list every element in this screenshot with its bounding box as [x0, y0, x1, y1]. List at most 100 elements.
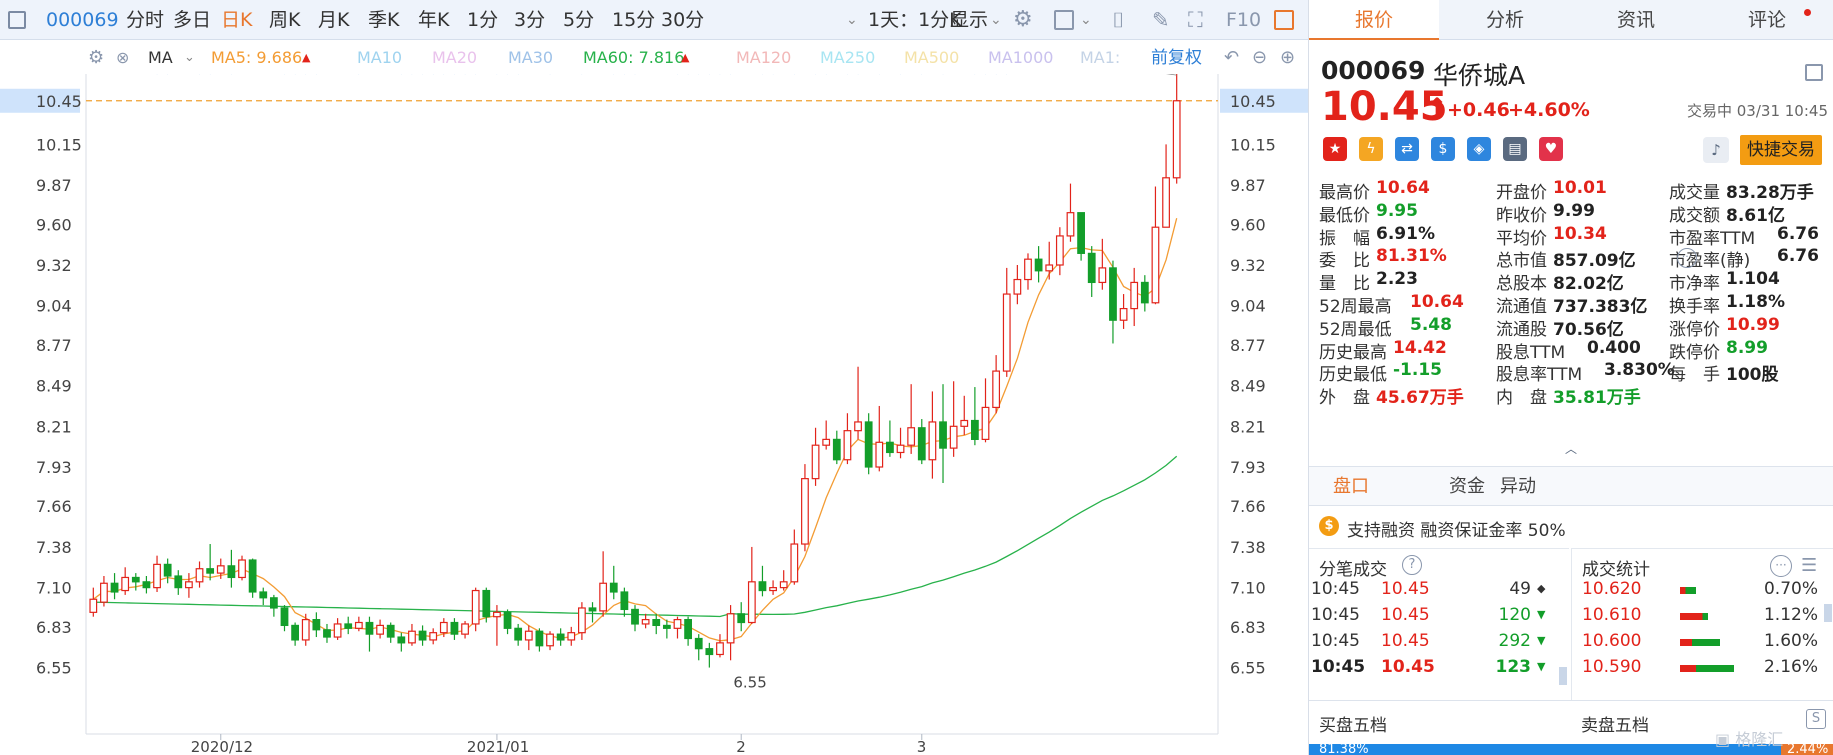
y-tick-label-left: 7.38: [36, 538, 72, 557]
adjust-button[interactable]: 前复权: [1151, 42, 1202, 74]
period-tab-5[interactable]: 季K: [368, 0, 399, 40]
candle-body: [280, 607, 289, 627]
zoom-in-icon[interactable]: ⊕: [1280, 42, 1295, 74]
candle-body: [1130, 281, 1139, 310]
undo-icon[interactable]: ↶: [1224, 42, 1239, 74]
tab-quote[interactable]: 报价: [1309, 0, 1439, 40]
display-menu[interactable]: 显示: [950, 0, 988, 40]
list-icon[interactable]: ☰: [1801, 555, 1817, 576]
more-icon[interactable]: ···: [1770, 555, 1792, 577]
tab-order-book[interactable]: 盘口: [1333, 467, 1369, 507]
quote-label: 平均价: [1496, 228, 1547, 249]
period-tab-8[interactable]: 3分: [514, 0, 545, 40]
candle-body: [535, 630, 544, 647]
candle-body: [153, 563, 161, 589]
quote-label: 开盘价: [1496, 183, 1547, 203]
shuffle-icon[interactable]: ⇄: [1395, 137, 1419, 161]
tag-icon[interactable]: ◈: [1467, 137, 1491, 161]
period-tab-7[interactable]: 1分: [467, 0, 498, 40]
stock-code[interactable]: 000069: [46, 0, 119, 40]
dollar-icon[interactable]: $: [1431, 137, 1455, 161]
candle-body: [269, 597, 278, 609]
tick-direction-icon: ▼: [1537, 634, 1546, 647]
scrollbar[interactable]: [1824, 604, 1832, 622]
lightning-icon[interactable]: ϟ: [1359, 137, 1383, 161]
tab-news[interactable]: 资讯: [1571, 0, 1701, 40]
candle-body: [429, 632, 438, 641]
notebook-icon[interactable]: ▤: [1503, 137, 1527, 161]
candle-body: [418, 630, 427, 641]
tab-analysis[interactable]: 分析: [1440, 0, 1570, 40]
period-tab-9[interactable]: 5分: [563, 0, 594, 40]
period-tab-11[interactable]: 30分: [661, 0, 704, 40]
chevron-down-icon[interactable]: ⌄: [990, 0, 1002, 40]
candle-body: [206, 568, 215, 574]
candle-body: [333, 623, 342, 638]
period-tab-4[interactable]: 月K: [318, 0, 349, 40]
stats-price: 10.590: [1582, 657, 1642, 677]
period-tab-6[interactable]: 年K: [418, 0, 449, 40]
panel-toggle-icon[interactable]: [1274, 10, 1294, 30]
pen-icon[interactable]: ✎: [1152, 0, 1170, 40]
period-selector[interactable]: 1天：1分K: [868, 0, 962, 40]
candle-body: [354, 621, 363, 629]
collapse-icon[interactable]: S: [1806, 709, 1826, 729]
period-tab-1[interactable]: 多日: [173, 0, 211, 40]
y-tick-label-left: 9.04: [36, 297, 72, 316]
alarm-icon[interactable]: ♪: [1703, 137, 1729, 163]
stats-pct: 0.70%: [1763, 579, 1818, 599]
tab-anomaly[interactable]: 异动: [1500, 467, 1536, 507]
candle-body: [588, 607, 597, 612]
candle-body: [705, 648, 714, 656]
candle-body: [386, 624, 395, 638]
sidebar-toggle-icon[interactable]: [8, 11, 26, 29]
settings-icon[interactable]: ⚙: [88, 42, 104, 74]
candle-body: [1024, 258, 1032, 281]
heart-icon[interactable]: ♥: [1539, 137, 1563, 161]
help-icon[interactable]: ?: [1402, 555, 1422, 575]
zoom-out-icon[interactable]: ⊖: [1252, 42, 1267, 74]
quote-label: 流通值: [1496, 297, 1547, 317]
more-icon[interactable]: ···: [1677, 248, 1697, 268]
buy5-title: 买盘五档: [1319, 716, 1387, 736]
high-price-label: 10.64: [1091, 74, 1134, 75]
settings-icon[interactable]: ⚙: [1013, 0, 1033, 40]
stats-bar: [1680, 639, 1720, 646]
close-icon[interactable]: ⊗: [116, 42, 129, 74]
trade-status: 交易中 03/31 10:45: [1687, 102, 1828, 120]
y-tick-label-left: 8.21: [36, 417, 72, 436]
stock-code-heading: 000069: [1321, 56, 1426, 85]
camera-icon[interactable]: ⌷: [1112, 0, 1125, 40]
quote-label: 涨停价: [1669, 319, 1720, 340]
fullscreen-icon[interactable]: ⛶: [1188, 0, 1203, 40]
period-tab-10[interactable]: 15分: [612, 0, 655, 40]
collapse-caret-icon[interactable]: ︿: [1565, 440, 1577, 457]
candle-body: [1172, 100, 1181, 179]
period-tab-2[interactable]: 日K: [221, 0, 252, 40]
scrollbar[interactable]: [1559, 667, 1567, 685]
kline-chart[interactable]: 10.7010.7010.4510.4510.1510.159.879.879.…: [0, 55, 1308, 755]
chevron-down-icon[interactable]: ⌄: [184, 42, 195, 74]
f10-button[interactable]: F10: [1226, 0, 1261, 40]
chevron-down-icon[interactable]: ⌄: [1080, 0, 1092, 40]
quick-trade-button[interactable]: 快捷交易: [1740, 135, 1822, 165]
quote-label: 总市值: [1496, 251, 1547, 272]
tab-funds[interactable]: 资金: [1449, 467, 1485, 507]
candle-body: [981, 406, 990, 440]
period-tab-0[interactable]: 分时: [126, 0, 164, 40]
candle-body: [578, 607, 586, 634]
y-tick-label-right: 9.60: [1230, 215, 1266, 234]
y-tick-label-left: 8.49: [36, 377, 72, 396]
quote-value: 6.76: [1777, 223, 1819, 244]
candle-body: [365, 621, 374, 635]
chevron-down-icon[interactable]: ⌄: [846, 0, 858, 40]
notification-dot: [1804, 9, 1811, 16]
layout-icon[interactable]: [1054, 10, 1074, 30]
ma-type-select[interactable]: MA: [148, 42, 173, 74]
china-flag-icon[interactable]: ★: [1323, 137, 1347, 161]
sidebar-collapse-icon[interactable]: [1805, 64, 1823, 81]
period-tab-3[interactable]: 周K: [269, 0, 300, 40]
candle-body: [928, 421, 937, 461]
quote-label: 总股本: [1496, 274, 1547, 295]
tab-comments[interactable]: 评论: [1702, 0, 1832, 40]
